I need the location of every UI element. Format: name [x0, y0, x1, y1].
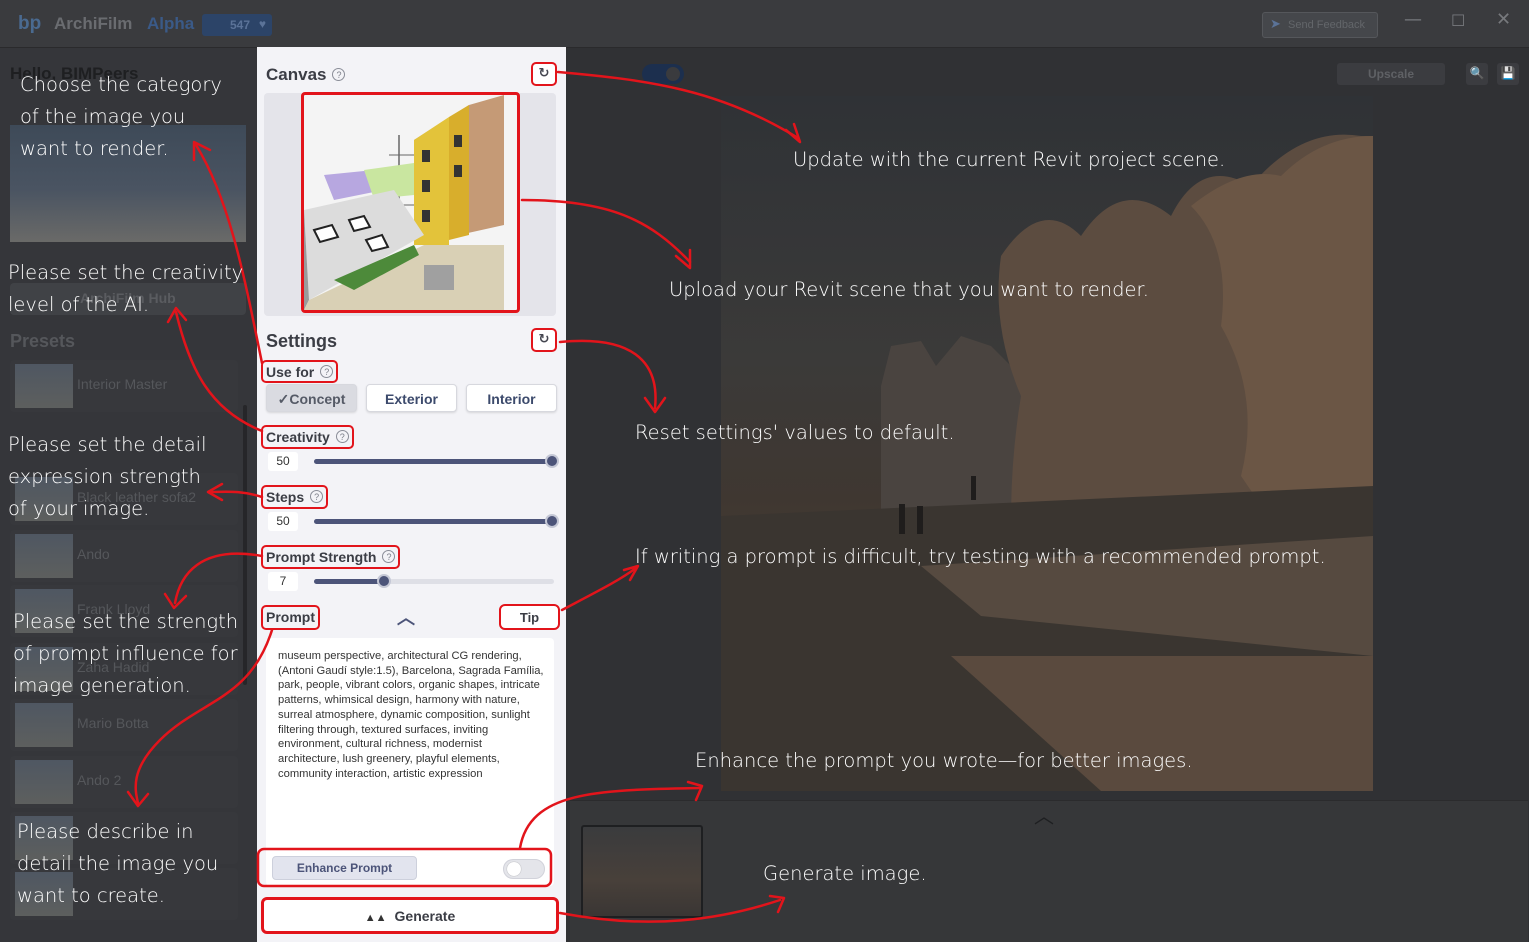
arrow-generate: [558, 898, 782, 923]
note-update-scene: Update with the current Revit project sc…: [793, 148, 1226, 171]
arrow-update-scene: [556, 70, 800, 140]
note-upload-scene: Upload your Revit scene that you want to…: [669, 278, 1149, 301]
arrow-upload-scene: [520, 198, 692, 264]
note-category: Choose the category of the image you wan…: [20, 73, 222, 160]
arrow-reset: [558, 339, 657, 410]
arrow-tip: [560, 566, 638, 612]
annotation-arrows: [126, 70, 802, 923]
note-steps: Please set the detail expression strengt…: [8, 433, 207, 520]
note-creativity: Please set the creativity level of the A…: [8, 261, 244, 316]
note-tip: If writing a prompt is difficult, try te…: [635, 545, 1326, 568]
arrow-category: [194, 143, 264, 365]
note-prompt-strength: Please set the strength of prompt influe…: [13, 610, 239, 697]
enhance-highlight-box: [256, 847, 553, 888]
note-generate: Generate image.: [763, 862, 927, 885]
note-prompt: Please describe in detail the image you …: [17, 820, 219, 907]
note-reset: Reset settings' values to default.: [635, 421, 955, 444]
arrow-prompt-strength: [173, 552, 264, 605]
arrow-creativity: [174, 310, 264, 433]
note-enhance: Enhance the prompt you wrote—for better …: [695, 749, 1193, 772]
arrow-enhance: [518, 786, 702, 850]
